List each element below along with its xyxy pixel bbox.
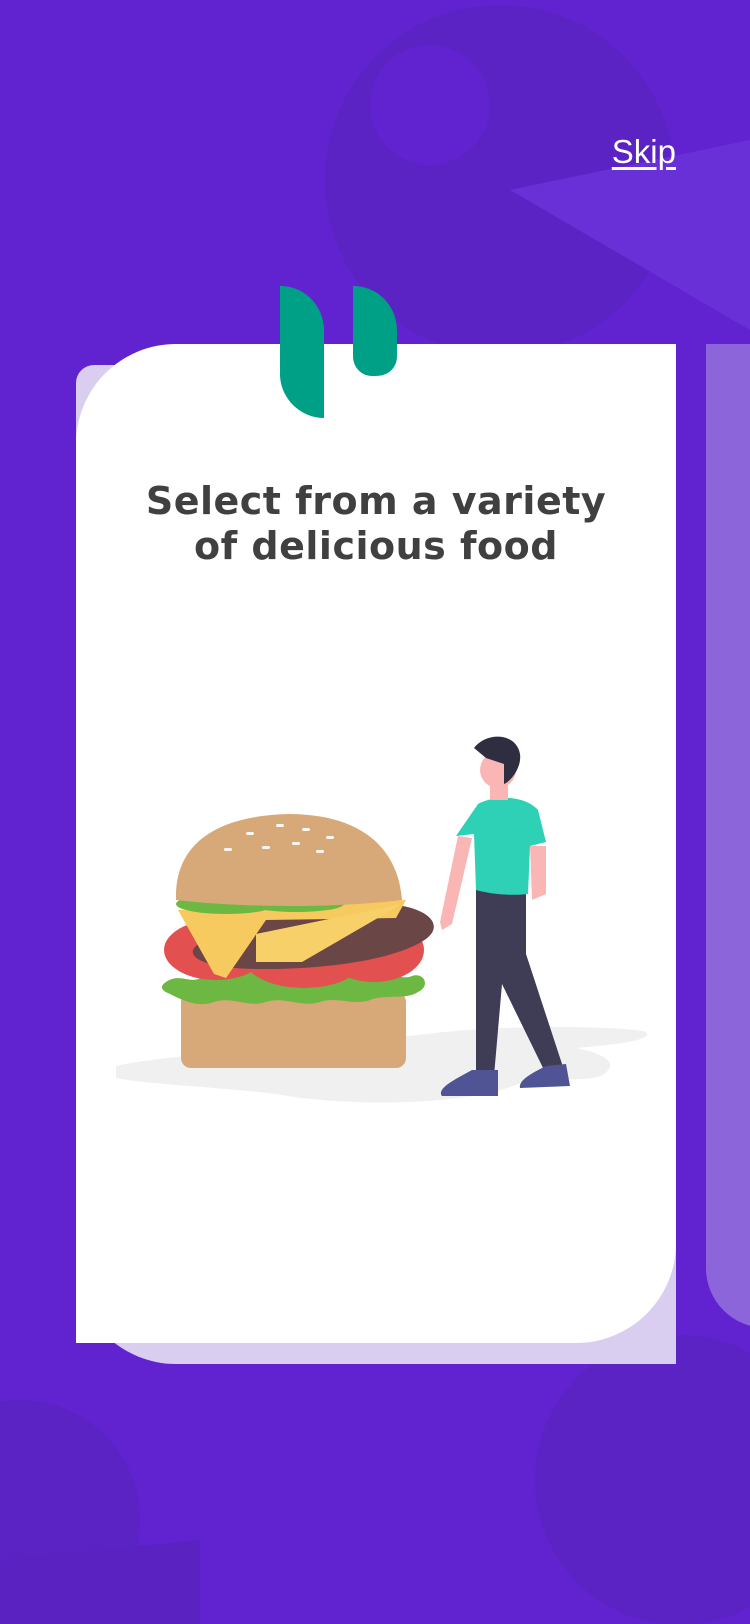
next-onboarding-card-peek bbox=[706, 344, 750, 1328]
onboarding-title: Select from a variety of delicious food bbox=[76, 479, 676, 569]
title-line-2: of delicious food bbox=[194, 524, 558, 568]
skip-button[interactable]: Skip bbox=[612, 133, 676, 171]
quote-mark-icon bbox=[280, 286, 397, 418]
onboarding-card: Select from a variety of delicious food bbox=[76, 286, 676, 1343]
title-line-1: Select from a variety bbox=[145, 479, 607, 523]
burger-person-illustration bbox=[116, 736, 648, 1103]
